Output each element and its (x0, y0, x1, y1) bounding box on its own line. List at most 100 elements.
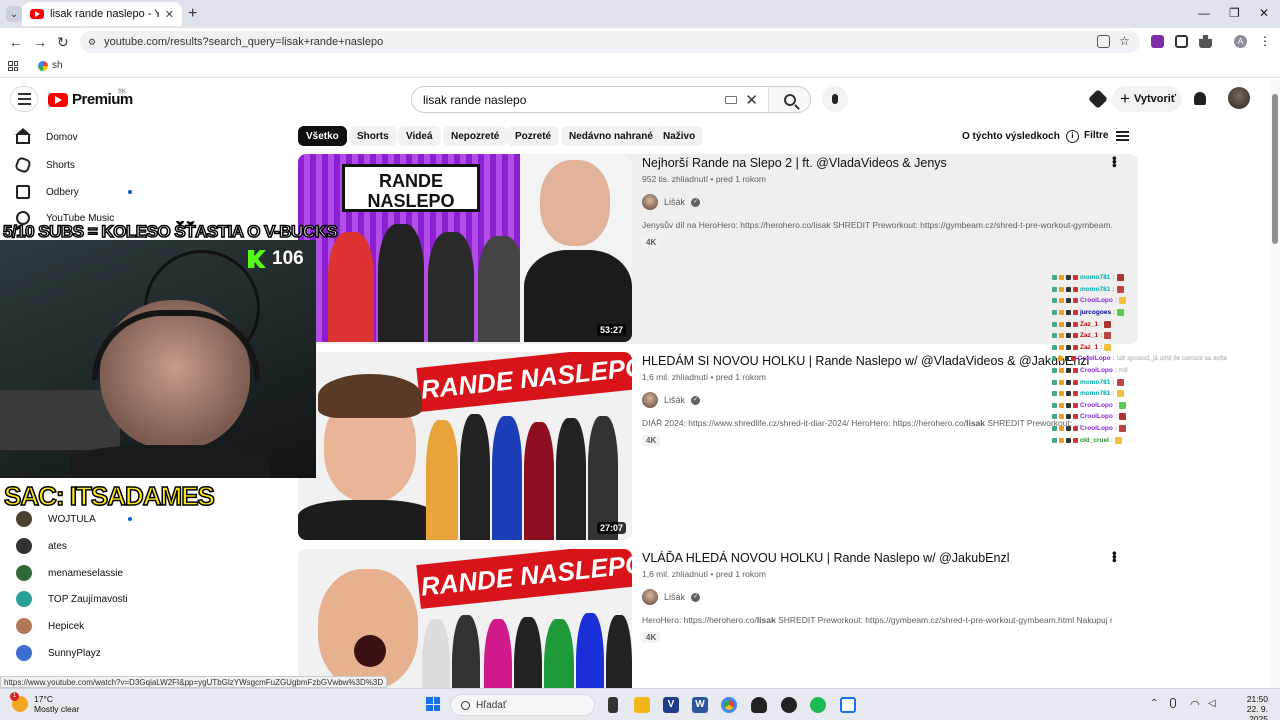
chat-badge-icon (1071, 356, 1076, 362)
sidebar-item-subscriptions[interactable]: Odbery (16, 185, 79, 199)
chip-all[interactable]: Všetko (298, 126, 347, 146)
sidebar-channel[interactable]: SunnyPlayz (16, 645, 101, 661)
video-thumbnail[interactable]: RANDE NASLEPO 53:27 (298, 154, 632, 342)
video-title[interactable]: VLÁĎA HLEDÁ NOVOU HOLKU | Rande Naslepo … (642, 551, 1009, 565)
channel-link[interactable]: Lišák ✓ (642, 392, 701, 408)
profile-avatar[interactable]: A (1234, 35, 1247, 48)
reload-icon[interactable]: ↻ (57, 34, 69, 51)
microphone-tray-icon[interactable] (1170, 698, 1176, 708)
chat-message: momo781: (1052, 388, 1227, 400)
support-a-creator-text: SAC: ITSADAMES (3, 480, 215, 512)
voice-search-button[interactable] (822, 86, 848, 112)
back-icon[interactable]: ← (9, 34, 23, 50)
app-v-icon[interactable]: V (663, 697, 679, 713)
chat-badge-icon (1052, 437, 1057, 443)
more-actions-icon[interactable]: ••• (1107, 551, 1122, 562)
address-bar[interactable]: ⚙ youtube.com/results?search_query=lisak… (80, 31, 1140, 53)
video-result[interactable]: RANDE NASLEPO VLÁĎA HLEDÁ NOVOU HOLKU | … (298, 549, 1138, 688)
taskbar-search[interactable]: Hľadať (450, 694, 595, 716)
extension-twitch-icon[interactable] (1151, 35, 1164, 48)
start-windows-icon[interactable] (426, 697, 440, 711)
video-title[interactable]: HLEDÁM SI NOVOU HOLKU | Rande Naslepo w/… (642, 354, 1089, 368)
word-icon[interactable]: W (692, 697, 708, 713)
close-window-button[interactable]: ✕ (1259, 6, 1269, 20)
chip-shorts[interactable]: Shorts (349, 126, 397, 146)
browser-menu-icon[interactable]: ⋮ (1259, 35, 1272, 48)
video-description: Jenysův díl na HeroHero: https://heroher… (642, 220, 1112, 230)
channel-link[interactable]: Lišák ✓ (642, 194, 701, 210)
extension-icon[interactable] (1175, 35, 1188, 48)
verified-check-icon: ✓ (691, 197, 701, 207)
bookmark-star-icon[interactable]: ☆ (1118, 35, 1131, 48)
guide-menu-button[interactable] (10, 86, 38, 112)
chrome-icon[interactable] (721, 697, 737, 713)
search-button[interactable] (768, 87, 810, 112)
wifi-icon[interactable]: ◠ (1190, 698, 1200, 711)
chat-badge-icon (1059, 437, 1064, 443)
scrollbar-thumb[interactable] (1272, 94, 1278, 244)
sidebar-channel[interactable]: ates (16, 538, 67, 554)
tab-close-icon[interactable]: ✕ (165, 8, 174, 21)
create-button[interactable]: + Vytvoriť (1112, 86, 1182, 112)
chat-emote-icon (1104, 332, 1112, 340)
chat-username: CroolLopo (1080, 413, 1113, 421)
channel-name: menameselassie (48, 567, 124, 579)
chat-badge-icon (1052, 426, 1057, 432)
notepad-icon[interactable] (840, 697, 856, 713)
sidebar-item-shorts[interactable]: Shorts (14, 156, 75, 174)
channel-name: WOJTULA (48, 513, 96, 525)
spotify-icon[interactable] (810, 697, 826, 713)
page-scrollbar[interactable] (1270, 80, 1280, 688)
chat-emote-icon (1115, 436, 1123, 444)
channel-link[interactable]: Lišák ✓ (642, 589, 701, 605)
chip-videos[interactable]: Videá (398, 126, 441, 146)
chat-badge-icon (1066, 298, 1071, 304)
tab-search-button[interactable]: ⌄ (6, 6, 22, 22)
new-tab-button[interactable]: + (188, 5, 197, 23)
video-description: DIÁŘ 2024: https://www.shredlife.cz/shre… (642, 418, 1082, 428)
sidebar-channel[interactable]: menameselassie (16, 565, 123, 581)
apps-grid-icon[interactable] (8, 61, 18, 71)
video-title[interactable]: Nejhorší Rande na Slepo 2 | ft. @VladaVi… (642, 156, 947, 170)
search-box: ✕ (411, 86, 811, 113)
site-info-icon[interactable]: ⚙ (88, 37, 96, 48)
chip-watched[interactable]: Pozreté (507, 126, 560, 146)
search-input[interactable] (412, 87, 726, 112)
youtube-premium-logo[interactable]: Premium SK (48, 89, 133, 108)
obs-icon[interactable] (781, 697, 797, 713)
chip-live[interactable]: Naživo (655, 126, 704, 146)
tray-overflow-icon[interactable]: ⌃ (1150, 698, 1158, 709)
notifications-bell-icon[interactable] (1194, 92, 1206, 105)
task-view-icon[interactable] (608, 697, 618, 713)
keyboard-icon[interactable] (725, 95, 738, 104)
headphones-app-icon[interactable] (751, 697, 767, 713)
sidebar-channel[interactable]: TOP Zaujímavosti (16, 591, 128, 607)
account-avatar[interactable] (1228, 87, 1250, 109)
speaker-icon[interactable]: ◁ (1208, 698, 1216, 709)
sidebar-item-home[interactable]: Domov (15, 128, 78, 144)
file-explorer-icon[interactable] (634, 697, 650, 713)
forward-icon[interactable]: → (33, 34, 47, 50)
chat-badge-icon (1073, 321, 1078, 327)
weather-widget[interactable]: 1 17°C Mostly clear (10, 692, 79, 714)
browser-tab[interactable]: lisak rande naslepo - YouTube ✕ (22, 2, 182, 26)
install-app-icon[interactable] (1097, 35, 1110, 48)
bookmark-item[interactable]: sh (38, 60, 63, 71)
video-thumbnail[interactable]: RANDE NASLEPO (298, 549, 632, 688)
restore-button[interactable]: ❐ (1229, 6, 1240, 20)
chat-badge-icon (1052, 368, 1057, 374)
filters-button[interactable]: Filtre (1084, 130, 1130, 141)
clear-search-icon[interactable]: ✕ (745, 91, 758, 109)
chip-unwatched[interactable]: Nepozreté (443, 126, 508, 146)
system-clock[interactable]: 21:50 22. 9. 2025 (1228, 694, 1268, 720)
sidebar-channel[interactable]: WOJTULA (16, 511, 96, 527)
video-result[interactable]: RANDE NASLEPO 27:07 HLEDÁM SI NOVOU HOLK… (298, 352, 1138, 542)
premium-extension-icon[interactable] (1088, 89, 1108, 109)
about-results-button[interactable]: O týchto výsledkoch i (962, 130, 1079, 143)
more-actions-icon[interactable]: ••• (1107, 156, 1122, 167)
video-result[interactable]: RANDE NASLEPO 53:27 Nejhorší Rande na Sl… (298, 154, 1138, 344)
minimize-button[interactable]: — (1198, 6, 1210, 20)
sidebar-channel[interactable]: Hepicek (16, 618, 84, 634)
video-thumbnail[interactable]: RANDE NASLEPO 27:07 (298, 352, 632, 540)
chip-recently-uploaded[interactable]: Nedávno nahrané (561, 126, 661, 146)
